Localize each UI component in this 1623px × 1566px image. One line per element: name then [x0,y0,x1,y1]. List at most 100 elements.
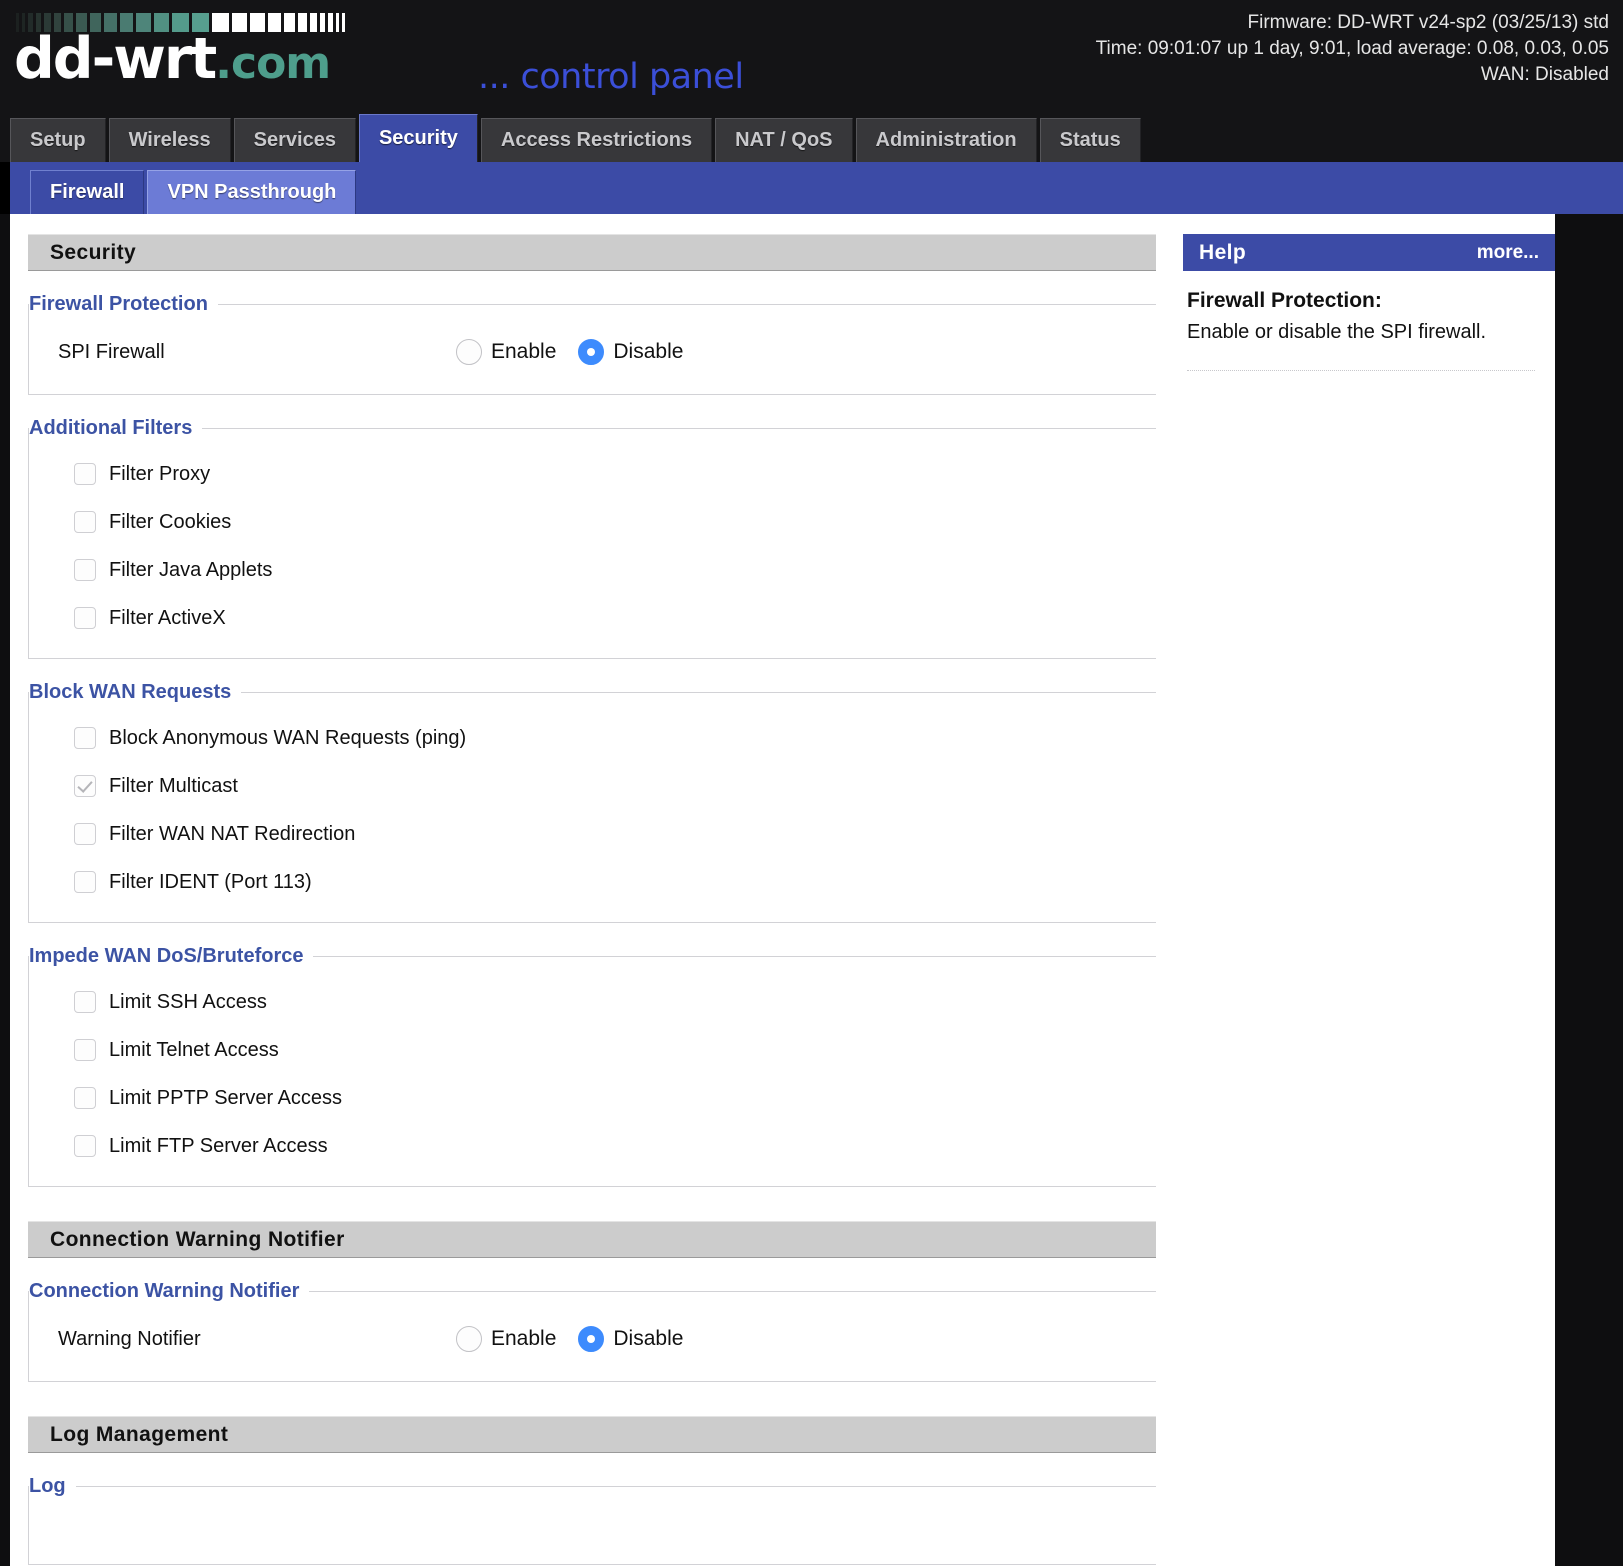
impede-wan-limit-ftp-server-access[interactable]: Limit FTP Server Access [29,1122,1156,1170]
warning-notifier-label: Warning Notifier [58,1327,201,1350]
additional-filters-list: Filter Proxy Filter Cookies Filter Java Ap… [29,450,1156,642]
checkbox-label: Limit Telnet Access [109,1038,279,1061]
checkbox-unchecked-icon[interactable] [74,727,96,749]
additional-filter-filter-activex[interactable]: Filter ActiveX [29,594,1156,642]
checkbox-unchecked-icon[interactable] [74,607,96,629]
impede-wan-dos-fieldset: Impede WAN DoS/Bruteforce Limit SSH Acce… [28,945,1156,1187]
checkbox-label: Limit PPTP Server Access [109,1086,343,1109]
log-fieldset: Log [28,1475,1156,1565]
warning-notifier-radio-group: Enable Disable [456,1326,683,1352]
checkbox-label: Filter Cookies [109,510,232,533]
subtab-firewall[interactable]: Firewall [30,170,145,214]
help-text: Enable or disable the SPI firewall. [1187,321,1487,343]
help-title: Help [1199,240,1247,264]
help-header: Help more... [1183,234,1555,271]
tab-wireless[interactable]: Wireless [108,118,231,162]
warning-notifier-disable-label: Disable [613,1327,684,1350]
checkbox-unchecked-icon[interactable] [74,1039,96,1061]
firmware-text: Firmware: DD-WRT v24-sp2 (03/25/13) std [1247,12,1609,33]
connection-warning-fieldset: Connection Warning Notifier Warning Noti… [28,1280,1156,1382]
tab-setup[interactable]: Setup [10,118,106,162]
checkbox-unchecked-icon[interactable] [74,823,96,845]
checkbox-unchecked-icon[interactable] [74,463,96,485]
help-column: Help more... Firewall Protection: Enable… [1173,214,1555,1566]
system-info: Firmware: DD-WRT v24-sp2 (03/25/13) std … [1096,10,1609,88]
spi-firewall-enable-option[interactable]: Enable [456,339,556,365]
warning-notifier-enable-label: Enable [491,1327,557,1350]
right-rail [1555,214,1623,1566]
checkbox-unchecked-icon[interactable] [74,991,96,1013]
spi-firewall-label: SPI Firewall [58,340,165,363]
radio-selected-icon[interactable] [578,1326,605,1352]
sub-tab-bar: Firewall VPN Passthrough [0,162,1623,214]
additional-filter-filter-cookies[interactable]: Filter Cookies [29,498,1156,546]
radio-unselected-icon[interactable] [456,339,482,365]
tab-services[interactable]: Services [233,118,356,162]
block-wan-requests-legend: Block WAN Requests [29,681,232,703]
uptime-text: Time: 09:01:07 up 1 day, 9:01, load aver… [1095,38,1609,59]
connection-warning-legend: Connection Warning Notifier [29,1280,300,1302]
block-wan-filter-wan-nat-redirection[interactable]: Filter WAN NAT Redirection [29,810,1156,858]
additional-filter-filter-proxy[interactable]: Filter Proxy [29,450,1156,498]
app-header: dd-wrt.com ... control panel Firmware: D… [0,0,1623,107]
additional-filters-fieldset: Additional Filters Filter Proxy Filter Co… [28,417,1156,659]
block-wan-filter-ident-port-113[interactable]: Filter IDENT (Port 113) [29,858,1156,906]
deco-tick [342,13,345,32]
spi-firewall-row: SPI Firewall Enable Disable [29,326,1156,378]
warning-notifier-disable-option[interactable]: Disable [578,1326,683,1352]
logo-suffix-text: .com [215,38,331,89]
impede-wan-limit-ssh-access[interactable]: Limit SSH Access [29,978,1156,1026]
checkbox-label: Block Anonymous WAN Requests (ping) [109,726,467,749]
warning-notifier-enable-option[interactable]: Enable [456,1326,556,1352]
checkbox-checked-icon[interactable] [74,775,96,797]
block-wan-requests-fieldset: Block WAN Requests Block Anonymous WAN R… [28,681,1156,923]
tab-security[interactable]: Security [358,114,478,162]
main-tab-bar: Setup Wireless Services Security Access Rest… [0,107,1623,162]
checkbox-unchecked-icon[interactable] [74,559,96,581]
block-wan-block-anonymous-wan-requests-ping[interactable]: Block Anonymous WAN Requests (ping) [29,714,1156,762]
checkbox-label: Filter Multicast [109,774,238,797]
tab-access-restrictions[interactable]: Access Restrictions [480,118,713,162]
help-more-link[interactable]: more... [1477,242,1539,264]
deco-tick [336,13,339,32]
impede-wan-dos-legend: Impede WAN DoS/Bruteforce [29,945,304,967]
tab-status[interactable]: Status [1039,118,1141,162]
checkbox-label: Limit FTP Server Access [109,1134,328,1157]
content-area: Security Firewall Protection SPI Firewal… [10,214,1555,1566]
checkbox-unchecked-icon[interactable] [74,871,96,893]
spi-firewall-enable-label: Enable [491,340,557,363]
help-divider [1187,370,1535,371]
wan-status-text: WAN: Disabled [1480,64,1609,85]
radio-selected-icon[interactable] [578,339,605,365]
security-section-bar: Security [28,234,1156,271]
impede-wan-limit-telnet-access[interactable]: Limit Telnet Access [29,1026,1156,1074]
additional-filter-filter-java-applets[interactable]: Filter Java Applets [29,546,1156,594]
log-legend: Log [29,1475,66,1497]
spi-firewall-radio-group: Enable Disable [456,339,683,365]
brand-logo: dd-wrt.com [14,6,345,93]
log-management-section-bar: Log Management [28,1416,1156,1453]
checkbox-unchecked-icon[interactable] [74,1087,96,1109]
checkbox-unchecked-icon[interactable] [74,1135,96,1157]
connection-warning-section-bar: Connection Warning Notifier [28,1221,1156,1258]
radio-unselected-icon[interactable] [456,1326,482,1352]
firewall-protection-fieldset: Firewall Protection SPI Firewall Enable … [28,293,1156,395]
subtab-vpn-passthrough[interactable]: VPN Passthrough [147,170,357,214]
block-wan-requests-list: Block Anonymous WAN Requests (ping) Filte… [29,714,1156,906]
block-wan-filter-multicast[interactable]: Filter Multicast [29,762,1156,810]
warning-notifier-row: Warning Notifier Enable Disable [29,1313,1156,1365]
impede-wan-dos-list: Limit SSH Access Limit Telnet Access Limit… [29,978,1156,1170]
help-heading: Firewall Protection: [1187,289,1382,312]
checkbox-label: Filter WAN NAT Redirection [109,822,356,845]
checkbox-unchecked-icon[interactable] [74,511,96,533]
help-body: Firewall Protection: Enable or disable t… [1183,271,1555,371]
tab-administration[interactable]: Administration [855,118,1037,162]
additional-filters-legend: Additional Filters [29,417,193,439]
impede-wan-limit-pptp-server-access[interactable]: Limit PPTP Server Access [29,1074,1156,1122]
spi-firewall-disable-option[interactable]: Disable [578,339,683,365]
checkbox-label: Filter IDENT (Port 113) [109,870,312,893]
tab-nat-qos[interactable]: NAT / QoS [715,118,853,162]
spi-firewall-disable-label: Disable [613,340,684,363]
